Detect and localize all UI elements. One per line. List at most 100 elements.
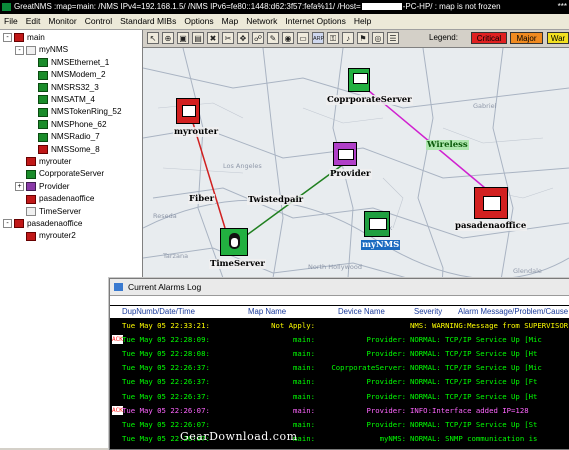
tree-node[interactable]: NMSRS32_3 [27, 82, 99, 94]
menu-network[interactable]: Network [242, 14, 281, 29]
alarm-row[interactable]: Tue May 05 22:26:37: main: Provider: NORMAL… [110, 391, 569, 402]
col-message[interactable]: Alarm Message/Problem/Cause [458, 306, 568, 318]
tree-node-label: main [27, 33, 45, 42]
alarm-map: Not Apply: [271, 321, 315, 330]
alarm-map: main: [293, 377, 315, 387]
menu-monitor[interactable]: Monitor [44, 14, 80, 29]
node-label-provider: Provider [329, 169, 372, 179]
tree-node[interactable]: NMSTokenRing_52 [27, 106, 122, 118]
node-label-pasadenaoffice: pasadenaoffice [454, 221, 528, 231]
zoom-tool-icon[interactable]: ⊕ [162, 32, 174, 44]
alarm-row[interactable]: Tue May 05 22:26:07: main: myNMS: NORMAL: S… [110, 433, 569, 444]
legend-major: Major [510, 32, 543, 44]
tree-node[interactable]: CoprporateServer [15, 168, 104, 180]
map-text-glendale: Glendale [513, 267, 542, 275]
edit-tool-icon[interactable]: ✎ [267, 32, 279, 44]
alarm-row[interactable]: ACK Tue May 05 22:28:09: main: Provider: NOR… [110, 334, 569, 345]
legend-critical: Critical [471, 32, 507, 44]
link-label-fiber: Fiber [188, 194, 216, 204]
tree-node[interactable]: NMSPhone_62 [27, 119, 107, 131]
menu-standard-mibs[interactable]: Standard MIBs [116, 14, 180, 29]
menu-options[interactable]: Options [180, 14, 217, 29]
router-icon [176, 98, 200, 124]
alarms-title-bar[interactable]: Current Alarms Log [110, 279, 569, 296]
tree-node[interactable]: NMSModem_2 [27, 69, 106, 81]
collapse-icon[interactable]: - [3, 219, 12, 229]
alarm-message: NORMAL: TCP/IP Service Up [Mic [410, 363, 542, 373]
tree-node-label: TimeServer [39, 206, 82, 216]
title-bar: GreatNMS :map=main: /NMS IPv4=192.168.1.… [0, 0, 569, 14]
alarm-message: NORMAL: TCP/IP Service Up [St [410, 419, 538, 429]
collapse-icon[interactable]: - [15, 45, 24, 55]
tree-node[interactable]: NMSATM_4 [27, 94, 95, 106]
menu-control[interactable]: Control [81, 14, 116, 29]
tree-node[interactable]: - myNMS [15, 44, 68, 56]
delete-tool-icon[interactable]: ✖ [207, 32, 219, 44]
alarm-row[interactable]: ACK Tue May 05 22:26:07: main: Provider: INF… [110, 405, 569, 416]
alarm-row[interactable]: Tue May 05 22:26:37: main: CoprporateServe… [110, 362, 569, 373]
alarm-date: Tue May 05 22:26:37: [122, 363, 210, 373]
tree-node[interactable]: - main [3, 32, 45, 44]
tree-node-label: NMSATM_4 [51, 95, 95, 104]
tree-node-label: NMSEthernet_1 [51, 57, 110, 67]
device-status-icon [38, 58, 48, 68]
alarm-row[interactable]: Tue May 05 22:26:37: main: Provider: NORMAL… [110, 376, 569, 387]
node-label-coprporateserver: CoprporateServer [326, 95, 413, 105]
col-date[interactable]: DupNumb/Date/Time [122, 306, 195, 318]
move-tool-icon[interactable]: ✥ [237, 32, 249, 44]
menu-internet-options[interactable]: Internet Options [281, 14, 349, 29]
map-text-gabriel: Gabriel [473, 102, 497, 110]
device-status-icon [26, 231, 36, 241]
tree-node[interactable]: NMSEthernet_1 [27, 57, 109, 69]
link-tool-icon[interactable]: ☍ [252, 32, 264, 44]
device-status-icon [26, 182, 36, 192]
menu-edit[interactable]: Edit [22, 14, 45, 29]
link-label-wireless: Wireless [426, 140, 469, 150]
node-label-mynms: myNMS [361, 240, 401, 250]
alarm-row[interactable]: Tue May 05 22:33:21: Not Apply: NMS: WARNI… [110, 320, 569, 331]
bell-tool-icon[interactable]: ♪ [342, 32, 354, 44]
alarm-map: main: [293, 349, 315, 359]
tree-node-label: pasadenaoffice [39, 194, 95, 204]
col-map[interactable]: Map Name [248, 306, 286, 318]
map-text-north-hollywood: North Hollywood [308, 263, 362, 271]
tree-node[interactable]: + Provider [15, 181, 70, 193]
alarm-device: Provider: [366, 335, 406, 345]
cut-tool-icon[interactable]: ✂ [222, 32, 234, 44]
provider-icon [333, 142, 357, 166]
tree-node-label: NMSSome_8 [51, 144, 100, 154]
menu-help[interactable]: Help [350, 14, 375, 29]
lock-tool-icon[interactable]: ⚿ [327, 32, 339, 44]
device-status-icon [38, 95, 48, 105]
tree-node[interactable]: TimeServer [15, 206, 81, 218]
trap-tool-icon[interactable]: ⚑ [357, 32, 369, 44]
alarm-row[interactable]: Tue May 05 22:28:08: main: Provider: NORMAL… [110, 348, 569, 359]
tree-node[interactable]: NMSSome_8 [27, 144, 100, 156]
alarm-device: Provider: [366, 391, 406, 401]
tree-node[interactable]: NMSRadio_7 [27, 131, 100, 143]
tree-node[interactable]: myrouter [15, 156, 71, 168]
tree-node[interactable]: - pasadenaoffice [3, 218, 82, 230]
copy-tool-icon[interactable]: ▣ [177, 32, 189, 44]
select-tool-icon[interactable]: ↖ [147, 32, 159, 44]
alarm-row[interactable]: Tue May 05 22:26:07: main: Provider: NORMAL… [110, 419, 569, 430]
ring-tool-icon[interactable]: ◎ [372, 32, 384, 44]
menu-map[interactable]: Map [218, 14, 243, 29]
expand-icon[interactable]: + [15, 182, 24, 192]
alarm-device: Provider: [366, 377, 406, 387]
tree-node-label: NMSModem_2 [51, 70, 106, 80]
monitor-tool-icon[interactable]: ▭ [297, 32, 309, 44]
col-severity[interactable]: Severity [414, 306, 442, 318]
col-device[interactable]: Device Name [338, 306, 385, 318]
map-text-reseda: Reseda [153, 212, 177, 220]
collapse-icon[interactable]: - [3, 33, 12, 43]
tree-node[interactable]: myrouter2 [15, 230, 76, 242]
alarms-separator [110, 296, 569, 305]
tree-node[interactable]: pasadenaoffice [15, 193, 94, 205]
alarms-window[interactable]: Current Alarms Log DupNumb/Date/Time Map… [109, 278, 569, 450]
arp-tool-icon[interactable]: ARP [312, 32, 324, 44]
camera-tool-icon[interactable]: ◉ [282, 32, 294, 44]
paste-tool-icon[interactable]: ▤ [192, 32, 204, 44]
tree-tool-icon[interactable]: ☰ [387, 32, 399, 44]
menu-file[interactable]: File [0, 14, 22, 29]
